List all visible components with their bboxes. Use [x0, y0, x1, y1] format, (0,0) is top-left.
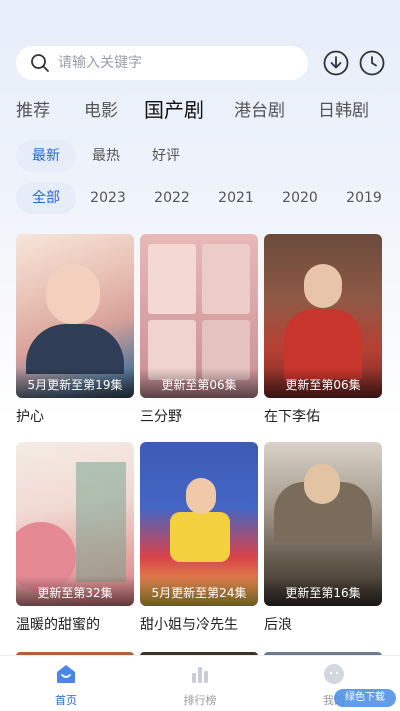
- download-icon[interactable]: [322, 49, 350, 77]
- history-clock-icon[interactable]: [358, 49, 386, 77]
- poster-image: 更新至第16集: [264, 442, 382, 606]
- nav-home[interactable]: 首页: [26, 662, 106, 708]
- show-title: 三分野: [140, 409, 182, 425]
- watermark-logo: 绿色下载: [334, 689, 396, 707]
- year-2023[interactable]: 2023: [82, 182, 134, 214]
- show-card[interactable]: 更新至第16集 后浪: [264, 442, 382, 634]
- tab-domestic-drama[interactable]: 国产剧: [144, 94, 204, 123]
- nav-ranking[interactable]: 排行榜: [160, 662, 240, 708]
- search-row: [16, 46, 386, 80]
- sort-top-rated[interactable]: 好评: [136, 140, 196, 172]
- episode-badge: 更新至第32集: [16, 576, 134, 606]
- sort-latest[interactable]: 最新: [16, 140, 76, 172]
- episode-badge: 更新至第06集: [264, 368, 382, 398]
- user-face-icon: [324, 664, 344, 684]
- year-2022[interactable]: 2022: [146, 182, 198, 214]
- poster-image: 5月更新至第19集: [16, 234, 134, 398]
- nav-label: 首页: [55, 694, 77, 707]
- show-title: 温暖的甜蜜的: [16, 617, 100, 633]
- nav-label: 排行榜: [183, 694, 217, 707]
- category-tabs: 推荐 电影 国产剧 港台剧 日韩剧: [16, 96, 400, 126]
- tab-jp-kr-drama[interactable]: 日韩剧: [318, 96, 369, 121]
- show-card[interactable]: 更新至第06集 在下李佑: [264, 234, 382, 426]
- episode-badge: 更新至第16集: [264, 576, 382, 606]
- show-card[interactable]: 更新至第06集 三分野: [140, 234, 258, 426]
- episode-badge: 5月更新至第19集: [16, 368, 134, 398]
- show-card[interactable]: 5月更新至第19集 护心: [16, 234, 134, 426]
- bar-chart-icon: [192, 667, 208, 683]
- sort-hottest[interactable]: 最热: [76, 140, 136, 172]
- tab-movies[interactable]: 电影: [84, 96, 118, 121]
- show-card[interactable]: 更新至第32集 温暖的甜蜜的: [16, 442, 134, 634]
- tab-recommend[interactable]: 推荐: [16, 96, 50, 121]
- poster-image: 更新至第06集: [264, 234, 382, 398]
- search-icon: [31, 54, 49, 72]
- year-2019[interactable]: 2019: [338, 182, 390, 214]
- show-title: 甜小姐与冷先生: [140, 617, 238, 633]
- poster-image: 更新至第32集: [16, 442, 134, 606]
- year-tabs: 全部 2023 2022 2021 2020 2019: [16, 182, 400, 214]
- tab-hk-tw-drama[interactable]: 港台剧: [234, 96, 285, 121]
- episode-badge: 更新至第06集: [140, 368, 258, 398]
- search-input[interactable]: [58, 55, 278, 71]
- poster-image: 5月更新至第24集: [140, 442, 258, 606]
- year-2021[interactable]: 2021: [210, 182, 262, 214]
- show-card[interactable]: 5月更新至第24集 甜小姐与冷先生: [140, 442, 258, 634]
- search-box[interactable]: [16, 46, 308, 80]
- home-icon: [57, 665, 75, 683]
- poster-image: 更新至第06集: [140, 234, 258, 398]
- show-title: 在下李佑: [264, 409, 320, 425]
- show-title: 护心: [16, 409, 44, 425]
- year-all[interactable]: 全部: [16, 182, 76, 214]
- episode-badge: 5月更新至第24集: [140, 576, 258, 606]
- show-title: 后浪: [264, 617, 292, 633]
- year-2020[interactable]: 2020: [274, 182, 326, 214]
